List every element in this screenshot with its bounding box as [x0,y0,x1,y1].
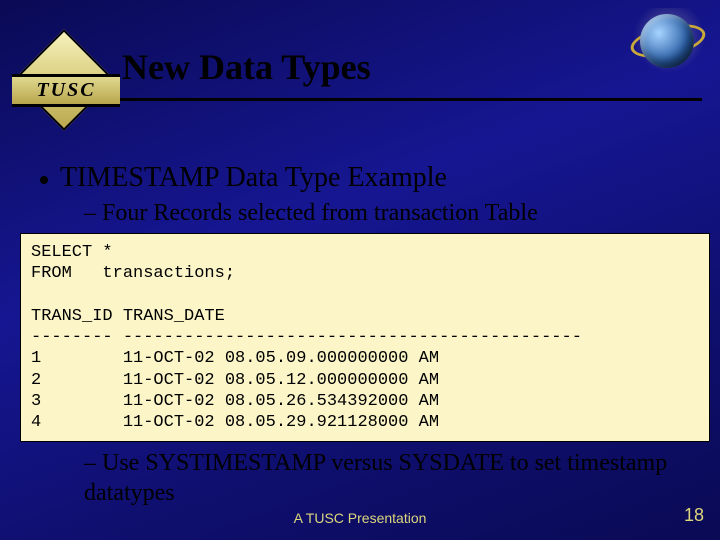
slide-title: New Data Types [122,46,371,88]
bullet-level2-b: – Use SYSTIMESTAMP versus SYSDATE to set… [84,448,680,508]
bullet-level1-text: TIMESTAMP Data Type Example [60,162,447,194]
bullet-level2-a: – Four Records selected from transaction… [84,200,680,227]
sql-code-block: SELECT * FROM transactions; TRANS_ID TRA… [20,233,710,442]
bullet-dot-icon [40,176,48,184]
slide-body: TIMESTAMP Data Type Example – Four Recor… [40,162,680,508]
tusc-logo: TUSC [12,40,122,140]
bullet-level1: TIMESTAMP Data Type Example [40,162,680,194]
globe-icon [628,8,710,80]
title-underline [102,98,702,101]
footer-note: A TUSC Presentation [0,510,720,526]
page-number: 18 [684,505,704,526]
brand-text: TUSC [12,74,120,107]
